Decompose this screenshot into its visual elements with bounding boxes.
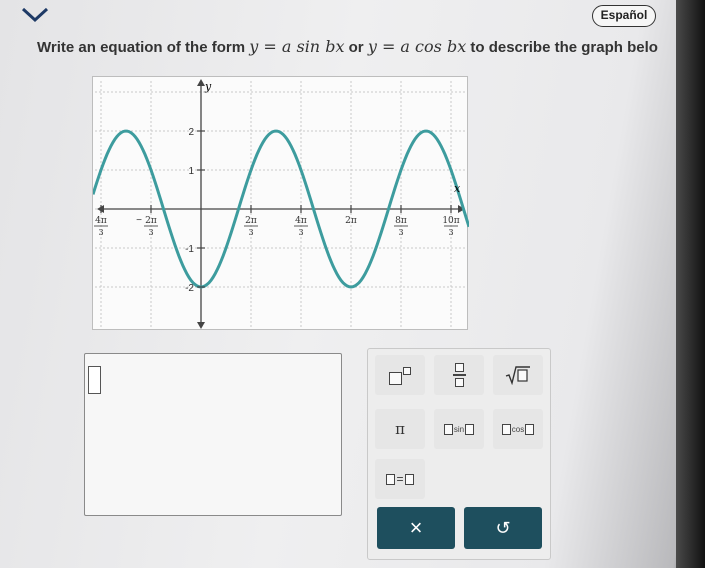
question-suffix: to describe the graph belo: [466, 39, 658, 56]
answer-input-area[interactable]: [84, 353, 342, 516]
screen-edge: [676, 0, 705, 568]
answer-cursor-box[interactable]: [88, 366, 101, 394]
x-tick-label-numerator: 4π: [95, 216, 107, 226]
y-axis-arrow-down: [197, 322, 205, 329]
undo-button[interactable]: ↺: [464, 507, 542, 549]
y-tick-label: 1: [188, 166, 194, 177]
y-axis-arrow-up: [197, 79, 205, 86]
graph-panel: y x 21-1-2 4π3−2π3−2π34π32π8π310π34π: [92, 76, 469, 330]
x-tick-label-denominator: 3: [398, 228, 403, 237]
chevron-down-icon[interactable]: [20, 6, 50, 24]
x-tick-label-denominator: 3: [148, 228, 153, 237]
y-tick-label: -1: [185, 244, 194, 255]
x-tick-minus-sign: −: [136, 215, 142, 226]
y-tick-label: -2: [185, 283, 194, 294]
equals-key[interactable]: =: [375, 459, 425, 499]
pi-key[interactable]: π: [375, 409, 425, 449]
sin-key[interactable]: sin: [434, 409, 484, 449]
espanol-button[interactable]: Español: [592, 5, 656, 27]
x-axis-label: x: [454, 182, 461, 195]
sin-label: sin: [453, 424, 465, 434]
clear-icon: ×: [409, 515, 423, 540]
x-tick-label-numerator: 2π: [245, 216, 257, 226]
sinusoid-graph: y x 21-1-2 4π3−2π3−2π34π32π8π310π34π: [93, 79, 469, 329]
x-tick-label-numerator: 2π: [345, 216, 357, 226]
x-tick-label-numerator: 8π: [395, 216, 407, 226]
question-prefix: Write an equation of the form: [37, 39, 250, 56]
y-tick-label: 2: [188, 127, 194, 138]
fraction-key[interactable]: [434, 355, 484, 395]
square-root-icon: [505, 366, 530, 385]
undo-icon: ↺: [495, 517, 511, 538]
cos-key[interactable]: cos: [493, 409, 543, 449]
math-keypad: π sin cos = × ↺: [367, 348, 551, 560]
pi-label: π: [395, 420, 405, 438]
clear-button[interactable]: ×: [377, 507, 455, 549]
x-tick-label-denominator: 3: [248, 228, 253, 237]
equation-form-sin: y = a sin bx: [249, 37, 345, 56]
y-axis-label: y: [204, 80, 212, 93]
question-text: Write an equation of the form y = a sin …: [37, 37, 677, 56]
x-tick-label-denominator: 3: [448, 228, 453, 237]
question-connector: or: [344, 39, 368, 56]
x-tick-label-numerator: 10π: [442, 216, 459, 226]
cos-label: cos: [511, 424, 525, 434]
exponent-key[interactable]: [375, 355, 425, 395]
x-tick-label-numerator: 2π: [145, 216, 157, 226]
equals-label: =: [396, 472, 404, 486]
square-root-key[interactable]: [493, 355, 543, 395]
x-tick-label-numerator: 4π: [295, 216, 307, 226]
equation-form-cos: y = a cos bx: [367, 37, 467, 56]
x-tick-label-denominator: 3: [298, 228, 303, 237]
x-tick-label-denominator: 3: [98, 228, 103, 237]
